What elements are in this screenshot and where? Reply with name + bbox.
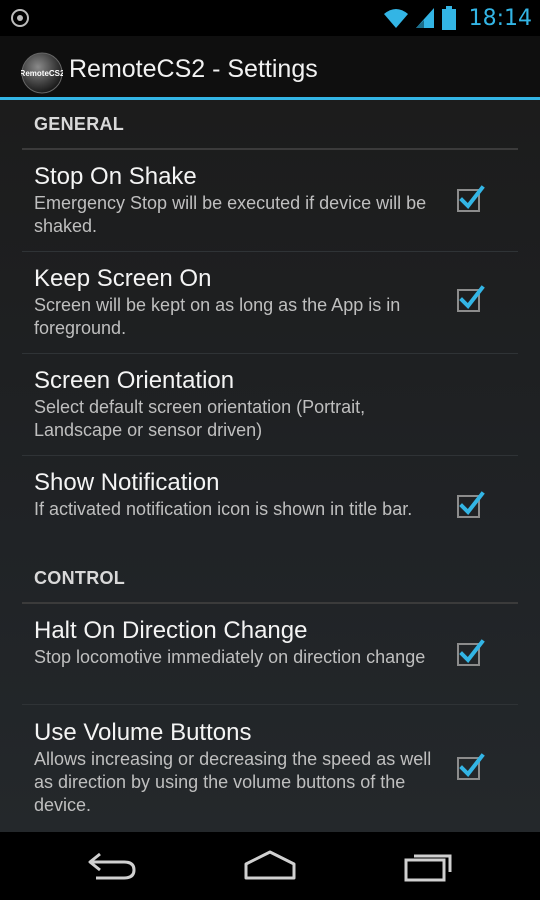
settings-list[interactable]: GENERAL Stop On Shake Emergency Stop wil… [0, 100, 540, 832]
status-bar: 18:14 [0, 0, 540, 36]
pref-keep-screen-on[interactable]: Keep Screen On Screen will be kept on as… [22, 252, 518, 354]
svg-text:RemoteCS2: RemoteCS2 [21, 69, 63, 78]
category-general: GENERAL [22, 100, 518, 150]
pref-summary: Screen will be kept on as long as the Ap… [34, 295, 401, 338]
pref-title: Keep Screen On [34, 265, 212, 292]
wifi-icon [383, 9, 408, 28]
pref-use-volume-buttons[interactable]: Use Volume Buttons Allows increasing or … [22, 706, 518, 830]
category-label: GENERAL [34, 114, 125, 134]
pref-halt-on-direction-change[interactable]: Halt On Direction Change Stop locomotive… [22, 604, 518, 705]
home-icon[interactable] [242, 848, 298, 884]
pref-title: Stop On Shake [34, 163, 197, 190]
status-time: 18:14 [468, 5, 532, 31]
stop-on-shake-checkbox[interactable] [456, 184, 486, 214]
signal-icon [415, 8, 434, 28]
battery-icon [441, 6, 456, 30]
pref-title: Halt On Direction Change [34, 617, 308, 644]
pref-summary: Allows increasing or decreasing the spee… [34, 749, 432, 815]
use-volume-buttons-checkbox[interactable] [456, 752, 486, 782]
pref-summary: If activated notification icon is shown … [34, 499, 413, 519]
pref-screen-orientation[interactable]: Screen Orientation Select default screen… [22, 354, 518, 456]
pref-show-notification[interactable]: Show Notification If activated notificat… [22, 456, 518, 556]
pref-summary: Stop locomotive immediately on direction… [34, 647, 426, 667]
navigation-bar [0, 832, 540, 900]
pref-title: Use Volume Buttons [34, 719, 252, 746]
category-control: CONTROL [22, 554, 518, 604]
pref-stop-on-shake[interactable]: Stop On Shake Emergency Stop will be exe… [22, 150, 518, 252]
category-label: CONTROL [34, 568, 126, 588]
back-icon[interactable] [86, 848, 138, 884]
page-title: RemoteCS2 - Settings [69, 55, 318, 83]
status-icons: 18:14 [383, 0, 532, 36]
pref-title: Show Notification [34, 469, 220, 496]
action-bar: RemoteCS2 RemoteCS2 - Settings [0, 36, 540, 100]
keep-screen-on-checkbox[interactable] [456, 284, 486, 314]
pref-summary: Select default screen orientation (Portr… [34, 397, 366, 440]
app-logo-icon[interactable]: RemoteCS2 [21, 52, 63, 94]
show-notification-checkbox[interactable] [456, 490, 486, 520]
pref-summary: Emergency Stop will be executed if devic… [34, 193, 427, 236]
recent-apps-icon[interactable] [402, 848, 456, 884]
notification-icon [11, 9, 29, 27]
halt-on-direction-change-checkbox[interactable] [456, 638, 486, 668]
pref-title: Screen Orientation [34, 367, 235, 394]
